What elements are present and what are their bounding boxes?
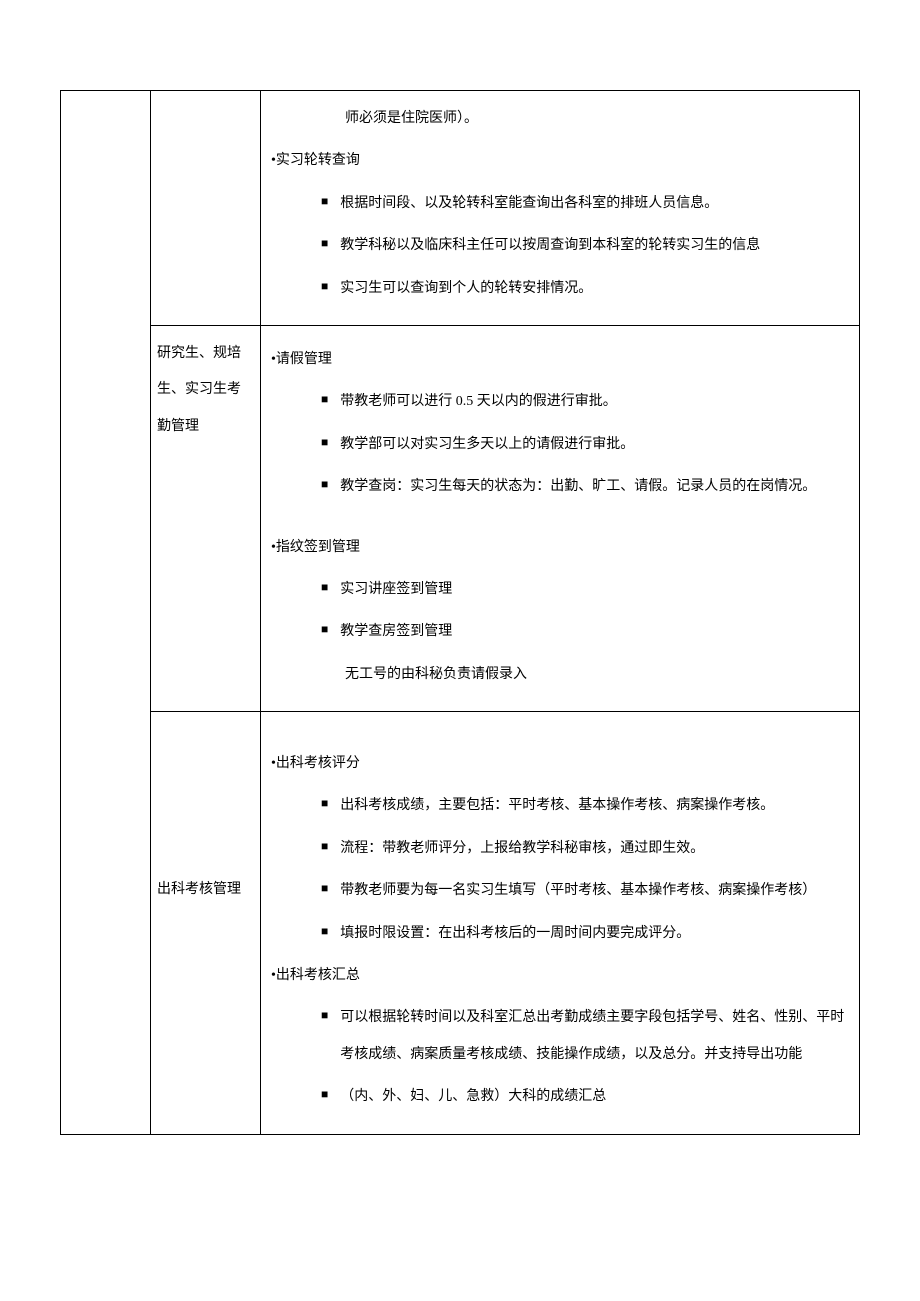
square-bullet-icon: ■ bbox=[321, 186, 328, 217]
bullet-text: 根据时间段、以及轮转科室能查询出各科室的排班人员信息。 bbox=[340, 186, 849, 222]
subcategory-cell: 研究生、规培生、实习生考勤管理 bbox=[151, 325, 261, 711]
bullet-text: 实习生可以查询到个人的轮转安排情况。 bbox=[340, 271, 849, 307]
spacer bbox=[261, 722, 859, 740]
square-bullet-icon: ■ bbox=[321, 873, 328, 904]
list-item: ■ 教学部可以对实习生多天以上的请假进行审批。 bbox=[261, 427, 859, 463]
bullet-text: 带教老师要为每一名实习生填写（平时考核、基本操作考核、病案操作考核） bbox=[340, 873, 849, 909]
detail-cell: •请假管理 ■ 带教老师可以进行 0.5 天以内的假进行审批。 ■ 教学部可以对… bbox=[261, 325, 860, 711]
square-bullet-icon: ■ bbox=[321, 614, 328, 645]
table-row: 研究生、规培生、实习生考勤管理 •请假管理 ■ 带教老师可以进行 0.5 天以内… bbox=[61, 325, 860, 711]
list-item: ■ 可以根据轮转时间以及科室汇总出考勤成绩主要字段包括学号、姓名、性别、平时考核… bbox=[261, 1000, 859, 1073]
square-bullet-icon: ■ bbox=[321, 271, 328, 302]
square-bullet-icon: ■ bbox=[321, 788, 328, 819]
list-item: ■ 带教老师要为每一名实习生填写（平时考核、基本操作考核、病案操作考核） bbox=[261, 873, 859, 909]
subcategory-label bbox=[151, 91, 260, 111]
bullet-text: 教学查岗：实习生每天的状态为：出勤、旷工、请假。记录人员的在岗情况。 bbox=[340, 469, 849, 505]
bullet-text: 无工号的由科秘负责请假录入 bbox=[345, 657, 849, 693]
square-bullet-icon: ■ bbox=[321, 228, 328, 259]
bullet-text: 出科考核成绩，主要包括：平时考核、基本操作考核、病案操作考核。 bbox=[340, 788, 849, 824]
detail-cell: 师必须是住院医师）。 •实习轮转查询 ■ 根据时间段、以及轮转科室能查询出各科室… bbox=[261, 91, 860, 326]
content-table: 师必须是住院医师）。 •实习轮转查询 ■ 根据时间段、以及轮转科室能查询出各科室… bbox=[60, 90, 860, 1135]
section-heading: •出科考核汇总 bbox=[261, 958, 859, 994]
note-text: 无工号的由科秘负责请假录入 bbox=[261, 657, 859, 693]
bullet-text: 教学查房签到管理 bbox=[340, 614, 849, 650]
section-heading: •出科考核评分 bbox=[261, 746, 859, 782]
list-item: ■ 带教老师可以进行 0.5 天以内的假进行审批。 bbox=[261, 384, 859, 420]
section-heading: •请假管理 bbox=[261, 342, 859, 378]
bullet-text: 流程：带教老师评分，上报给教学科秘审核，通过即生效。 bbox=[340, 831, 849, 867]
section-heading: •指纹签到管理 bbox=[261, 530, 859, 566]
subcategory-label: 研究生、规培生、实习生考勤管理 bbox=[151, 326, 260, 455]
square-bullet-icon: ■ bbox=[321, 916, 328, 947]
list-item: ■ 教学查岗：实习生每天的状态为：出勤、旷工、请假。记录人员的在岗情况。 bbox=[261, 469, 859, 505]
detail-content: 师必须是住院医师）。 •实习轮转查询 ■ 根据时间段、以及轮转科室能查询出各科室… bbox=[261, 91, 859, 325]
subcategory-cell: 出科考核管理 bbox=[151, 712, 261, 1135]
square-bullet-icon: ■ bbox=[321, 831, 328, 862]
square-bullet-icon: ■ bbox=[321, 1000, 328, 1031]
square-bullet-icon: ■ bbox=[321, 384, 328, 415]
square-bullet-icon: ■ bbox=[321, 572, 328, 603]
list-item: ■ （内、外、妇、儿、急救）大科的成绩汇总 bbox=[261, 1079, 859, 1115]
square-bullet-icon: ■ bbox=[321, 469, 328, 500]
detail-content: •出科考核评分 ■ 出科考核成绩，主要包括：平时考核、基本操作考核、病案操作考核… bbox=[261, 712, 859, 1134]
list-item: ■ 实习生可以查询到个人的轮转安排情况。 bbox=[261, 271, 859, 307]
square-bullet-icon: ■ bbox=[321, 1079, 328, 1110]
bullet-text: 教学科秘以及临床科主任可以按周查询到本科室的轮转实习生的信息 bbox=[340, 228, 849, 264]
detail-cell: •出科考核评分 ■ 出科考核成绩，主要包括：平时考核、基本操作考核、病案操作考核… bbox=[261, 712, 860, 1135]
bullet-text: 教学部可以对实习生多天以上的请假进行审批。 bbox=[340, 427, 849, 463]
document-page: 师必须是住院医师）。 •实习轮转查询 ■ 根据时间段、以及轮转科室能查询出各科室… bbox=[0, 0, 920, 1205]
bullet-text: 可以根据轮转时间以及科室汇总出考勤成绩主要字段包括学号、姓名、性别、平时考核成绩… bbox=[340, 1000, 849, 1073]
list-item: ■ 实习讲座签到管理 bbox=[261, 572, 859, 608]
list-item: ■ 填报时限设置：在出科考核后的一周时间内要完成评分。 bbox=[261, 916, 859, 952]
bullet-text: 实习讲座签到管理 bbox=[340, 572, 849, 608]
table-row: 师必须是住院医师）。 •实习轮转查询 ■ 根据时间段、以及轮转科室能查询出各科室… bbox=[61, 91, 860, 326]
list-item: ■ 根据时间段、以及轮转科室能查询出各科室的排班人员信息。 bbox=[261, 186, 859, 222]
list-item: ■ 流程：带教老师评分，上报给教学科秘审核，通过即生效。 bbox=[261, 831, 859, 867]
spacer bbox=[261, 506, 859, 524]
bullet-text: 填报时限设置：在出科考核后的一周时间内要完成评分。 bbox=[340, 916, 849, 952]
square-bullet-icon: ■ bbox=[321, 427, 328, 458]
list-item: ■ 出科考核成绩，主要包括：平时考核、基本操作考核、病案操作考核。 bbox=[261, 788, 859, 824]
continuation-text: 师必须是住院医师）。 bbox=[261, 101, 859, 137]
detail-content: •请假管理 ■ 带教老师可以进行 0.5 天以内的假进行审批。 ■ 教学部可以对… bbox=[261, 326, 859, 711]
list-item: ■ 教学科秘以及临床科主任可以按周查询到本科室的轮转实习生的信息 bbox=[261, 228, 859, 264]
bullet-text: 带教老师可以进行 0.5 天以内的假进行审批。 bbox=[340, 384, 849, 420]
bullet-text: （内、外、妇、儿、急救）大科的成绩汇总 bbox=[340, 1079, 849, 1115]
subcategory-label: 出科考核管理 bbox=[151, 712, 260, 918]
section-heading: •实习轮转查询 bbox=[261, 143, 859, 179]
table-row: 出科考核管理 •出科考核评分 ■ 出科考核成绩，主要包括：平时考核、基本操作考核… bbox=[61, 712, 860, 1135]
category-cell bbox=[61, 91, 151, 1135]
list-item: ■ 教学查房签到管理 bbox=[261, 614, 859, 650]
subcategory-cell bbox=[151, 91, 261, 326]
